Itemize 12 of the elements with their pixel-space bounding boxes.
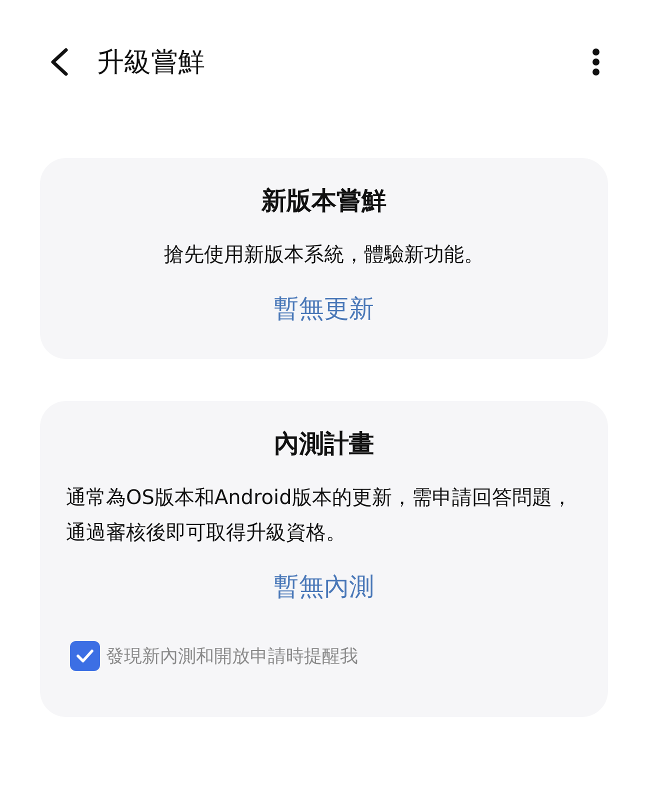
more-options-icon[interactable]: [592, 48, 600, 76]
card-description: 通常為OS版本和Android版本的更新，需申請回答問題，通過審核後即可取得升級資格。: [66, 484, 573, 546]
card-description: 搶先使用新版本系統，體驗新功能。: [163, 241, 485, 268]
checkbox-label: 發現新內測和開放申請時提醒我: [106, 645, 358, 668]
card-title: 新版本嘗鮮: [262, 185, 386, 217]
back-icon[interactable]: [49, 47, 69, 77]
status-link[interactable]: 暫無更新: [274, 292, 374, 325]
card-title: 內測計畫: [274, 428, 374, 460]
checkmark-icon: [75, 648, 95, 664]
status-link[interactable]: 暫無內測: [274, 570, 374, 603]
page-title: 升級嘗鮮: [97, 46, 206, 80]
checkbox[interactable]: [70, 641, 100, 671]
